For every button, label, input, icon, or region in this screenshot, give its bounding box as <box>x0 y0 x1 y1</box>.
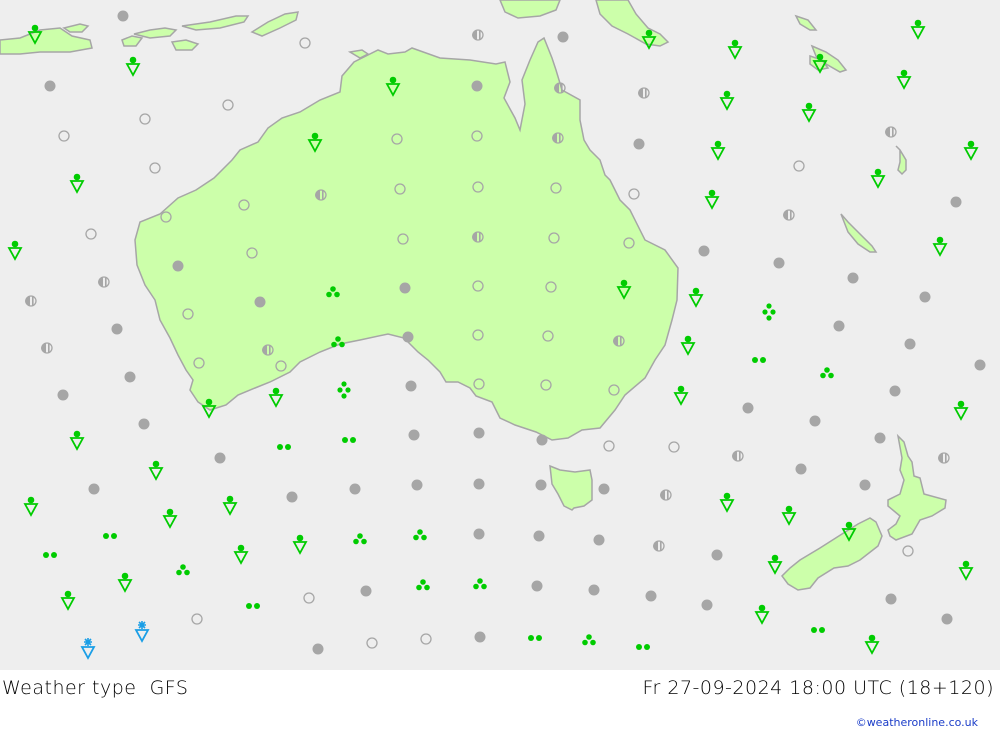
overcast-icon <box>117 10 129 22</box>
overcast-icon <box>402 331 414 343</box>
overcast-icon <box>138 418 150 430</box>
overcast-icon <box>473 478 485 490</box>
overcast-icon <box>598 483 610 495</box>
product-name: Weather type <box>2 677 137 699</box>
overcast-icon <box>360 585 372 597</box>
overcast-icon <box>474 631 486 643</box>
overcast-icon <box>88 483 100 495</box>
overcast-icon <box>408 429 420 441</box>
overcast-icon <box>214 452 226 464</box>
model-name: GFS <box>149 677 189 699</box>
overcast-icon <box>536 434 548 446</box>
overcast-icon <box>809 415 821 427</box>
overcast-icon <box>535 479 547 491</box>
overcast-icon <box>941 613 953 625</box>
overcast-icon <box>950 196 962 208</box>
overcast-icon <box>557 31 569 43</box>
overcast-icon <box>833 320 845 332</box>
overcast-icon <box>254 296 266 308</box>
weather-type-map <box>0 0 1000 670</box>
overcast-icon <box>919 291 931 303</box>
overcast-icon <box>742 402 754 414</box>
overcast-icon <box>473 427 485 439</box>
overcast-icon <box>645 590 657 602</box>
overcast-icon <box>405 380 417 392</box>
overcast-icon <box>588 584 600 596</box>
overcast-icon <box>711 549 723 561</box>
map-product-label: Weather type GFS <box>2 677 188 699</box>
overcast-icon <box>533 530 545 542</box>
overcast-icon <box>885 593 897 605</box>
overcast-icon <box>874 432 886 444</box>
overcast-icon <box>286 491 298 503</box>
overcast-icon <box>904 338 916 350</box>
overcast-icon <box>531 580 543 592</box>
overcast-icon <box>111 323 123 335</box>
overcast-icon <box>44 80 56 92</box>
overcast-icon <box>57 389 69 401</box>
overcast-icon <box>859 479 871 491</box>
overcast-icon <box>349 483 361 495</box>
overcast-icon <box>698 245 710 257</box>
credit-link[interactable]: ©weatheronline.co.uk <box>856 716 978 729</box>
overcast-icon <box>471 80 483 92</box>
overcast-icon <box>124 371 136 383</box>
overcast-icon <box>795 463 807 475</box>
overcast-icon <box>889 385 901 397</box>
overcast-icon <box>633 138 645 150</box>
overcast-icon <box>473 528 485 540</box>
overcast-icon <box>701 599 713 611</box>
overcast-icon <box>773 257 785 269</box>
overcast-icon <box>399 282 411 294</box>
overcast-icon <box>974 359 986 371</box>
overcast-icon <box>593 534 605 546</box>
overcast-icon <box>312 643 324 655</box>
overcast-icon <box>411 479 423 491</box>
overcast-icon <box>172 260 184 272</box>
overcast-icon <box>847 272 859 284</box>
forecast-datetime: Fr 27-09-2024 18:00 UTC (18+120) <box>642 677 994 699</box>
